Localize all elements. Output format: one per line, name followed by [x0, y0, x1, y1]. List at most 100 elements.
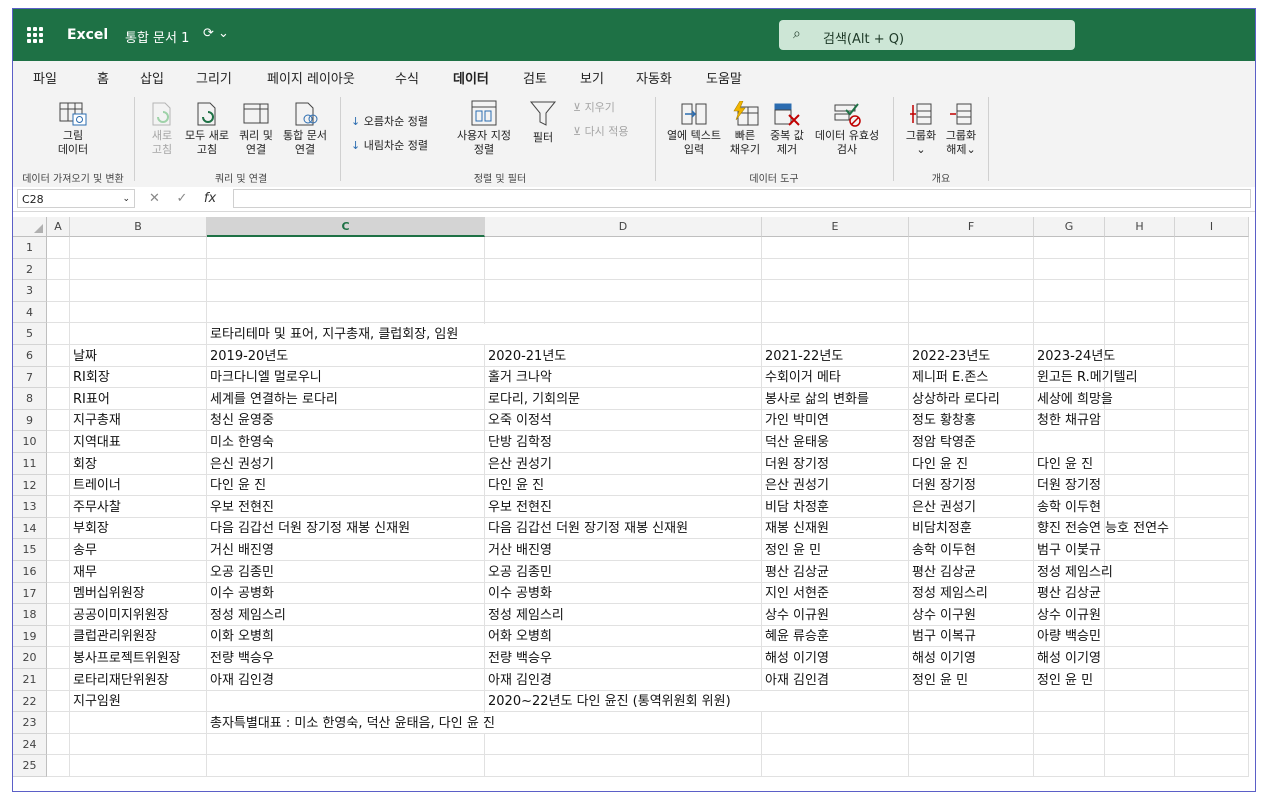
select-all-corner[interactable]	[13, 217, 47, 237]
cell-b22[interactable]: 지구임원	[70, 691, 121, 712]
cell-d19[interactable]: 어화 오병희	[485, 626, 552, 647]
cell-b8[interactable]: RI표어	[70, 389, 110, 410]
row-header-1[interactable]: 1	[13, 237, 47, 259]
column-header-e[interactable]: E	[762, 217, 909, 237]
cell-f16[interactable]: 평산 김상균	[909, 562, 976, 583]
column-header-b[interactable]: B	[70, 217, 207, 237]
cell-f21[interactable]: 정인 윤 민	[909, 670, 968, 691]
cell-f10[interactable]: 정암 탁영준	[909, 432, 976, 453]
cell-c14[interactable]: 다음 김갑선 더원 장기정 재봉 신재원	[207, 518, 410, 539]
picture-data-button[interactable]: 그림 데이터	[53, 101, 93, 157]
cell-f8[interactable]: 상상하라 로다리	[909, 389, 1000, 410]
row-header-23[interactable]: 23	[13, 712, 47, 734]
enter-icon[interactable]: ✓	[176, 191, 187, 206]
row-header-2[interactable]: 2	[13, 258, 47, 281]
row-header-24[interactable]: 24	[13, 733, 47, 756]
document-name[interactable]: 통합 문서 1	[125, 27, 189, 46]
row-header-12[interactable]: 12	[13, 474, 47, 497]
tab-data[interactable]: 데이터	[453, 68, 489, 94]
cell-f6[interactable]: 2022-23년도	[909, 346, 990, 367]
cell-b19[interactable]: 클럽관리위원장	[70, 626, 157, 647]
cell-e16[interactable]: 평산 김상균	[762, 562, 829, 583]
search-box[interactable]: ⌕ 검색(Alt + Q)	[779, 20, 1075, 50]
cell-d16[interactable]: 오공 김종민	[485, 562, 552, 583]
cell-g15[interactable]: 범구 이붗규	[1034, 540, 1101, 561]
refresh-all-button[interactable]: 모두 새로 고침	[181, 101, 233, 157]
cell-g13[interactable]: 송학 이두현	[1034, 497, 1101, 518]
cell-e8[interactable]: 봉사로 삶의 변화를	[762, 389, 869, 410]
cell-f13[interactable]: 은산 권성기	[909, 497, 976, 518]
cell-b18[interactable]: 공공이미지위원장	[70, 605, 169, 626]
row-header-15[interactable]: 15	[13, 539, 47, 561]
flash-fill-button[interactable]: 빠른 채우기	[725, 101, 765, 157]
cell-g19[interactable]: 아량 백승민	[1034, 626, 1101, 647]
cell-f14[interactable]: 비담치정훈	[909, 518, 972, 539]
cell-d20[interactable]: 전량 백승우	[485, 648, 552, 669]
tab-insert[interactable]: 삽입	[140, 68, 164, 87]
chevron-down-icon[interactable]: ⌄	[122, 190, 130, 209]
cell-g14[interactable]: 향진 전승연 능호 전연수	[1034, 518, 1169, 539]
row-header-9[interactable]: 9	[13, 409, 47, 432]
row-header-18[interactable]: 18	[13, 604, 47, 626]
cell-c10[interactable]: 미소 한영숙	[207, 432, 274, 453]
cell-b21[interactable]: 로타리재단위원장	[70, 670, 169, 691]
cell-e10[interactable]: 덕산 윤태웅	[762, 432, 829, 453]
row-header-11[interactable]: 11	[13, 453, 47, 475]
cell-d15[interactable]: 거산 배진영	[485, 540, 552, 561]
sort-descending-button[interactable]: ↓ 내림차순 정렬	[351, 137, 428, 153]
cell-e13[interactable]: 비담 차정훈	[762, 497, 829, 518]
fx-icon[interactable]: fx	[204, 191, 216, 206]
sort-ascending-button[interactable]: ↓ 오름차순 정렬	[351, 113, 428, 129]
data-validation-button[interactable]: 데이터 유효성 검사	[809, 101, 885, 157]
reapply-filter-button[interactable]: ⊻ 다시 적용	[573, 123, 629, 139]
cell-d10[interactable]: 단방 김학정	[485, 432, 552, 453]
cell-b20[interactable]: 봉사프로젝트위원장	[70, 648, 181, 669]
cell-e12[interactable]: 은산 권성기	[762, 475, 829, 496]
cell-c13[interactable]: 우보 전현진	[207, 497, 274, 518]
cell-b12[interactable]: 트레이너	[70, 475, 121, 496]
tab-draw[interactable]: 그리기	[196, 68, 232, 87]
cell-b16[interactable]: 재무	[70, 562, 97, 583]
row-header-10[interactable]: 10	[13, 431, 47, 453]
cell-b11[interactable]: 회장	[70, 454, 97, 475]
cell-g9[interactable]: 청한 채규암	[1034, 410, 1101, 431]
cell-g12[interactable]: 더원 장기정	[1034, 475, 1101, 496]
tab-page-layout[interactable]: 페이지 레이아웃	[267, 68, 355, 87]
cell-f19[interactable]: 범구 이복규	[909, 626, 976, 647]
cell-c18[interactable]: 정성 제임스리	[207, 605, 286, 626]
cell-b14[interactable]: 부회장	[70, 518, 109, 539]
cell-d12[interactable]: 다인 윤 진	[485, 475, 544, 496]
cell-c5[interactable]: 로타리테마 및 표어, 지구총재, 클럽회장, 임원	[207, 324, 458, 345]
column-header-h[interactable]: H	[1105, 217, 1175, 237]
cell-c21[interactable]: 아재 김인경	[207, 670, 274, 691]
cell-e21[interactable]: 아재 김인겸	[762, 670, 829, 691]
row-header-14[interactable]: 14	[13, 517, 47, 540]
tab-file[interactable]: 파일	[33, 68, 57, 87]
ungroup-button[interactable]: 그룹화 해제⌄	[941, 101, 981, 157]
row-header-4[interactable]: 4	[13, 301, 47, 324]
cell-c17[interactable]: 이수 공병화	[207, 583, 274, 604]
cell-g17[interactable]: 평산 김상균	[1034, 583, 1101, 604]
cell-f15[interactable]: 송학 이두현	[909, 540, 976, 561]
remove-duplicates-button[interactable]: 중복 값 제거	[765, 101, 809, 157]
row-header-21[interactable]: 21	[13, 669, 47, 691]
cell-c11[interactable]: 은신 권성기	[207, 454, 274, 475]
tab-automate[interactable]: 자동화	[636, 68, 672, 87]
refresh-button[interactable]: 새로 고침	[145, 101, 179, 157]
cell-b13[interactable]: 주무사찰	[70, 497, 121, 518]
queries-connections-button[interactable]: 쿼리 및 연결	[235, 101, 277, 157]
cell-b10[interactable]: 지역대표	[70, 432, 121, 453]
cell-c20[interactable]: 전량 백승우	[207, 648, 274, 669]
cell-f18[interactable]: 상수 이구원	[909, 605, 976, 626]
column-header-c[interactable]: C	[207, 217, 485, 237]
cell-e15[interactable]: 정인 윤 민	[762, 540, 821, 561]
cell-e20[interactable]: 해성 이기영	[762, 648, 829, 669]
cell-e6[interactable]: 2021-22년도	[762, 346, 843, 367]
cell-f11[interactable]: 다인 윤 진	[909, 454, 968, 475]
cell-c7[interactable]: 마크다니엘 멀로우니	[207, 367, 322, 388]
cell-f7[interactable]: 제니퍼 E.존스	[909, 367, 988, 388]
cell-g21[interactable]: 정인 윤 민	[1034, 670, 1093, 691]
cell-d14[interactable]: 다음 김갑선 더원 장기정 재봉 신재원	[485, 518, 688, 539]
cell-d18[interactable]: 정성 제임스리	[485, 605, 564, 626]
cell-e11[interactable]: 더원 장기정	[762, 454, 829, 475]
